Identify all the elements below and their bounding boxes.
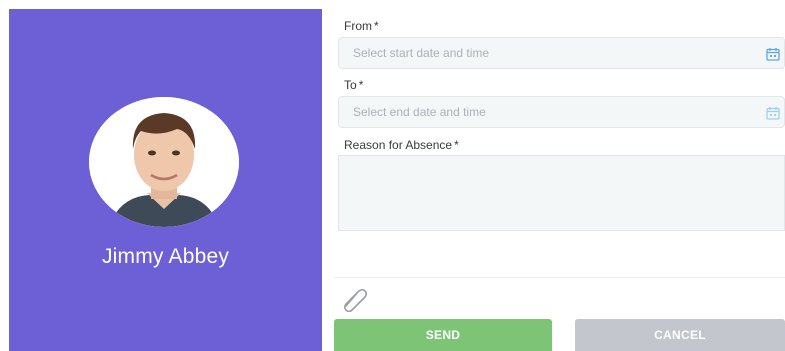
send-button[interactable]: SEND [334, 319, 552, 351]
from-label: From * [344, 19, 379, 33]
required-mark: * [374, 19, 379, 33]
from-input[interactable] [339, 38, 743, 68]
profile-panel: Jimmy Abbey [9, 9, 322, 351]
to-label: To * [344, 78, 363, 92]
avatar [89, 97, 239, 227]
from-label-text: From [344, 19, 372, 33]
from-field[interactable] [338, 37, 785, 69]
reason-field[interactable] [338, 155, 785, 234]
user-photo-icon [89, 97, 239, 227]
divider [334, 277, 785, 278]
absence-form: From* To* Reason for Absence* [334, 0, 785, 351]
required-mark: * [358, 78, 364, 92]
paperclip-icon[interactable] [340, 286, 370, 312]
calendar-icon[interactable] [766, 106, 780, 120]
reason-label-text: Reason for Absence [344, 138, 453, 152]
to-field[interactable] [338, 96, 785, 128]
to-label-text: To [344, 78, 357, 92]
reason-label: Reason for Absence * [344, 138, 459, 152]
reason-textarea[interactable] [339, 156, 785, 234]
user-name: Jimmy Abbey [101, 245, 230, 268]
cancel-button[interactable]: CANCEL [575, 319, 785, 351]
required-mark: * [454, 138, 459, 152]
to-input[interactable] [339, 97, 743, 127]
calendar-icon[interactable] [766, 47, 780, 61]
